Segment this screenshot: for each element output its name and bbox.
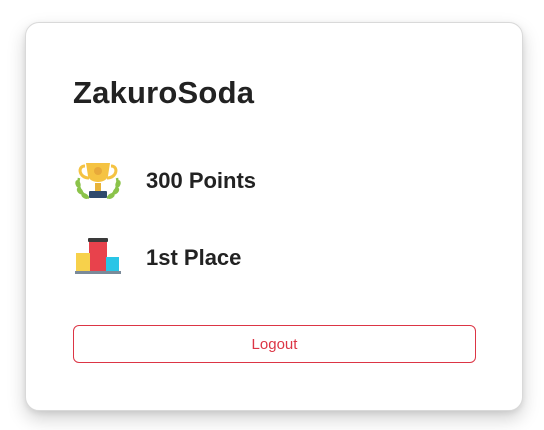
logout-button[interactable]: Logout [73, 325, 476, 363]
podium-icon [73, 233, 123, 283]
points-label: 300 Points [146, 168, 257, 193]
profile-card: ZakuroSoda 300 Points 1st Place Logout [25, 22, 523, 411]
trophy-icon [73, 156, 123, 206]
place-label: 1st Place [146, 245, 242, 270]
place-stat: 1st Place [73, 233, 241, 283]
username-heading: ZakuroSoda [73, 75, 255, 110]
points-stat: 300 Points [73, 156, 256, 206]
